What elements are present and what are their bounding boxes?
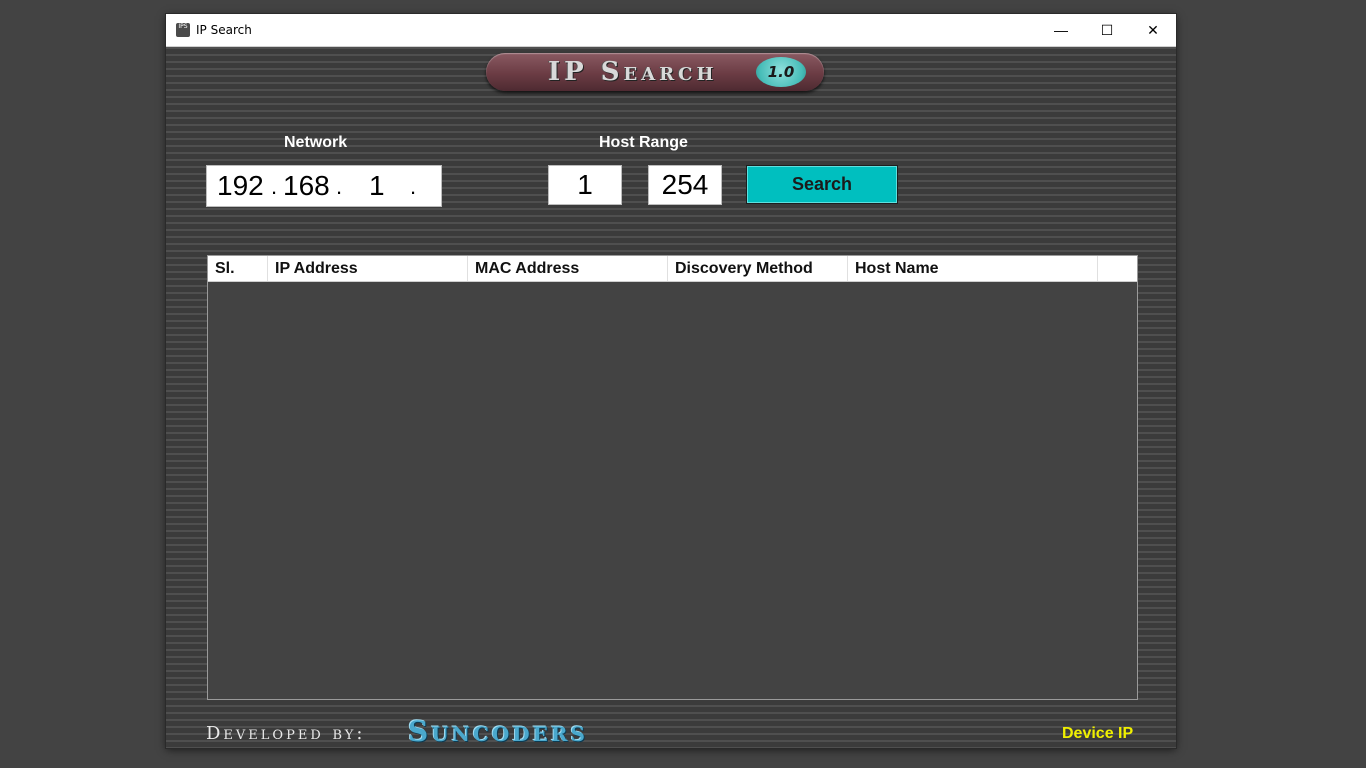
app-window: IPS IP Search — ☐ ✕ IP Search 1.0 Networ… [166, 14, 1176, 748]
network-label: Network [284, 134, 348, 151]
main-content: IP Search 1.0 Network Host Range 192 . 1… [166, 47, 1176, 748]
close-button[interactable]: ✕ [1130, 14, 1176, 46]
host-range-label: Host Range [599, 134, 688, 151]
column-header-discovery-method[interactable]: Discovery Method [668, 256, 848, 281]
column-header-host-name[interactable]: Host Name [848, 256, 1098, 281]
logo-title: IP Search [548, 57, 718, 87]
dot-separator: . [271, 174, 278, 199]
column-header-mac-address[interactable]: MAC Address [468, 256, 668, 281]
octet3-field[interactable]: 1 [369, 170, 385, 202]
version-badge: 1.0 [756, 57, 806, 87]
column-header-sl[interactable]: Sl. [208, 256, 268, 281]
octet1-field[interactable]: 192 [217, 170, 264, 202]
dot-separator: . [336, 174, 343, 199]
octet2-field[interactable]: 168 [283, 170, 330, 202]
column-header-extra[interactable] [1098, 256, 1137, 281]
host-end-input[interactable]: 254 [648, 165, 722, 205]
table-header: Sl. IP Address MAC Address Discovery Met… [208, 256, 1137, 282]
results-table[interactable]: Sl. IP Address MAC Address Discovery Met… [207, 255, 1138, 700]
developed-by-label: Developed by: [206, 723, 366, 744]
minimize-button[interactable]: — [1038, 14, 1084, 46]
title-bar[interactable]: IPS IP Search — ☐ ✕ [166, 14, 1176, 47]
column-header-ip-address[interactable]: IP Address [268, 256, 468, 281]
host-start-input[interactable]: 1 [548, 165, 622, 205]
maximize-button[interactable]: ☐ [1084, 14, 1130, 46]
device-ip-link[interactable]: Device IP [1062, 725, 1133, 743]
app-icon: IPS [176, 23, 190, 37]
dot-separator: . [410, 174, 417, 199]
app-logo: IP Search 1.0 [486, 53, 824, 91]
network-ip-input[interactable]: 192 . 168 . 1 . [206, 165, 442, 207]
window-title: IP Search [196, 23, 252, 37]
search-button[interactable]: Search [746, 165, 898, 204]
developer-logo: Suncoders [408, 715, 588, 748]
